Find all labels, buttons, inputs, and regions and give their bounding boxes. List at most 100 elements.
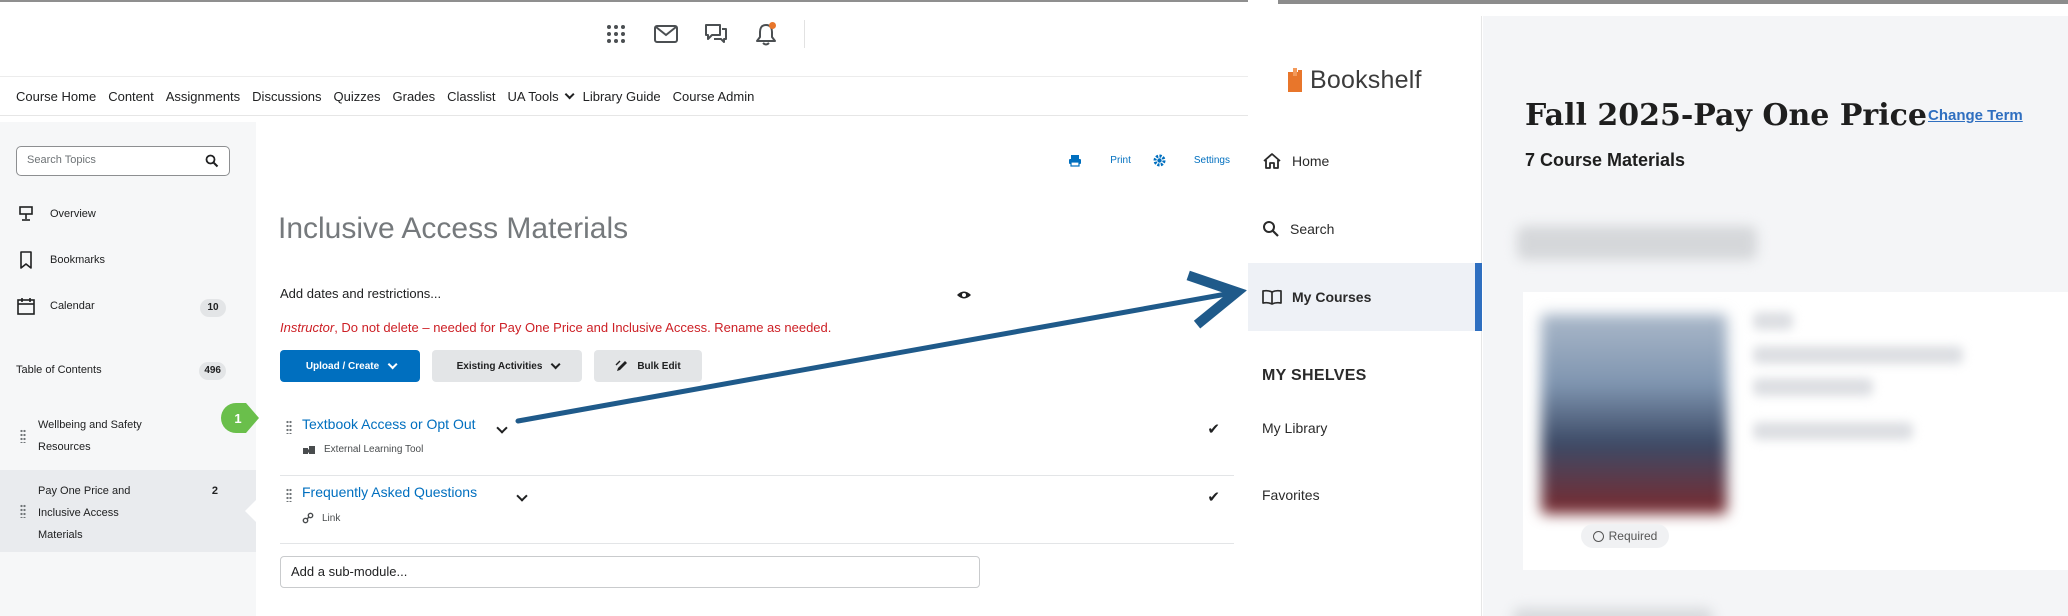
print-button[interactable]: Print (1068, 154, 1131, 167)
search-topics-input[interactable]: Search Topics (16, 146, 230, 176)
nav-classlist[interactable]: Classlist (447, 89, 495, 104)
top-border (0, 0, 1248, 2)
step-badge-number: 1 (234, 411, 241, 426)
drag-handle-icon[interactable] (20, 429, 26, 443)
bell-icon[interactable] (750, 18, 782, 50)
check-icon: ✔ (1207, 421, 1220, 438)
sidebar-item-label: Bookmarks (50, 254, 106, 266)
blurred-text (1753, 378, 1873, 396)
nav-course-home[interactable]: Course Home (16, 89, 96, 104)
nav-favorites[interactable]: Favorites (1262, 487, 1320, 503)
course-material-card[interactable]: Required (1523, 292, 2068, 570)
drag-handle-icon[interactable] (286, 420, 292, 434)
warning-message: , Do not delete – needed for Pay One Pri… (334, 320, 832, 335)
sidebar-module-pay-one-price[interactable]: Pay One Price and Inclusive Access Mater… (0, 470, 257, 552)
table-of-contents-label[interactable]: Table of Contents (16, 364, 102, 376)
lms-window: Course Home Content Assignments Discussi… (0, 0, 1248, 616)
add-submodule-input[interactable]: Add a sub-module... (280, 556, 980, 588)
blurred-text (1753, 422, 1913, 440)
nav-ua-tools-label: UA Tools (507, 88, 559, 104)
search-icon[interactable] (205, 154, 219, 171)
activity-type-label: Link (322, 512, 341, 524)
bookshelf-logo-icon (1288, 67, 1302, 92)
sidebar-item-overview[interactable]: Overview (16, 204, 96, 224)
activity-title-link[interactable]: Textbook Access or Opt Out (302, 416, 476, 432)
print-label: Print (1110, 155, 1131, 166)
my-shelves-heading: MY SHELVES (1262, 367, 1367, 384)
nav-search[interactable]: Search (1248, 195, 1482, 263)
chevron-down-icon (564, 88, 575, 99)
course-navbar: Course Home Content Assignments Discussi… (0, 76, 1248, 116)
module-label: Wellbeing and Safety Resources (38, 419, 142, 453)
apps-grid-icon[interactable] (600, 18, 632, 50)
toc-count-badge: 496 (199, 362, 226, 380)
nav-search-label: Search (1290, 221, 1335, 237)
blurred-course-heading (1517, 226, 1757, 260)
module-count: 2 (211, 485, 218, 497)
content-sidebar: Search Topics Overview Bookmarks Calenda… (0, 122, 257, 616)
chat-icon[interactable] (700, 18, 732, 50)
nav-my-courses[interactable]: My Courses (1248, 263, 1482, 331)
nav-ua-tools[interactable]: UA Tools (507, 88, 575, 104)
search-placeholder: Search Topics (27, 154, 96, 166)
nav-course-admin[interactable]: Course Admin (673, 89, 755, 104)
chevron-down-icon[interactable] (496, 422, 508, 434)
term-title: Fall 2025-Pay One Price (1525, 98, 1927, 133)
sidebar-item-bookmarks[interactable]: Bookmarks (16, 250, 105, 270)
add-dates-link[interactable]: Add dates and restrictions... (280, 286, 441, 301)
eye-icon[interactable] (956, 287, 972, 305)
bookshelf-sidebar: Bookshelf Home Search My Courses MY SHEL… (1248, 16, 1482, 616)
sidebar-module-wellbeing[interactable]: Wellbeing and Safety Resources (0, 402, 256, 470)
activity-type-label: External Learning Tool (324, 444, 424, 455)
chevron-down-icon (387, 358, 398, 369)
existing-activities-button[interactable]: Existing Activities (432, 350, 582, 382)
bookshelf-window: Bookshelf Home Search My Courses MY SHEL… (1248, 0, 2068, 616)
divider (804, 20, 805, 48)
nav-content[interactable]: Content (108, 89, 154, 104)
activity-row[interactable]: Textbook Access or Opt Out External Lear… (280, 410, 1234, 476)
drag-handle-icon[interactable] (286, 488, 292, 502)
nav-quizzes[interactable]: Quizzes (334, 89, 381, 104)
sidebar-item-label: Calendar (50, 300, 95, 312)
nav-my-courses-label: My Courses (1292, 289, 1372, 305)
nav-my-library[interactable]: My Library (1262, 420, 1327, 436)
book-cover-image[interactable] (1541, 314, 1727, 514)
bookshelf-main: Fall 2025-Pay One Price Change Term 7 Co… (1483, 16, 2068, 616)
top-border (1278, 0, 2068, 4)
bookshelf-logo-text: Bookshelf (1310, 66, 1422, 94)
settings-label: Settings (1193, 155, 1230, 166)
bookshelf-logo[interactable]: Bookshelf (1286, 66, 1422, 95)
nav-home[interactable]: Home (1248, 127, 1482, 195)
module-label: Pay One Price and Inclusive Access Mater… (38, 485, 131, 541)
pencil-icon (615, 360, 628, 371)
calendar-count-badge: 10 (200, 299, 226, 317)
blurred-text (1753, 312, 1793, 330)
bulk-edit-button[interactable]: Bulk Edit (594, 350, 702, 382)
sidebar-item-label: Overview (50, 208, 96, 220)
search-icon (1263, 221, 1279, 237)
change-term-link[interactable]: Change Term (1928, 107, 2023, 124)
check-icon: ✔ (1207, 489, 1220, 506)
upload-create-button[interactable]: Upload / Create (280, 350, 420, 382)
settings-button[interactable]: Settings (1153, 154, 1230, 167)
nav-grades[interactable]: Grades (393, 89, 436, 104)
course-materials-count: 7 Course Materials (1525, 150, 1686, 170)
mail-icon[interactable] (650, 18, 682, 50)
nav-assignments[interactable]: Assignments (166, 89, 240, 104)
chevron-down-icon[interactable] (516, 490, 528, 502)
instructor-warning-text: Instructor, Do not delete – needed for P… (280, 320, 831, 335)
trophy-icon (16, 204, 36, 224)
activity-row[interactable]: Frequently Asked Questions Link ✔ (280, 478, 1234, 544)
top-icon-bar (600, 18, 805, 50)
drag-handle-icon[interactable] (20, 504, 26, 518)
upload-create-label: Upload / Create (305, 360, 380, 372)
activity-title-link[interactable]: Frequently Asked Questions (302, 484, 477, 500)
nav-discussions[interactable]: Discussions (252, 89, 321, 104)
module-content: Print Settings Inclusive Access Material… (256, 122, 1246, 616)
print-settings-bar: Print Settings (1046, 154, 1230, 167)
step-badge: 1 (220, 402, 260, 434)
printer-icon (1069, 155, 1082, 167)
nav-library-guide[interactable]: Library Guide (583, 89, 661, 104)
warning-instructor: Instructor (280, 320, 335, 335)
existing-activities-label: Existing Activities (456, 360, 543, 372)
